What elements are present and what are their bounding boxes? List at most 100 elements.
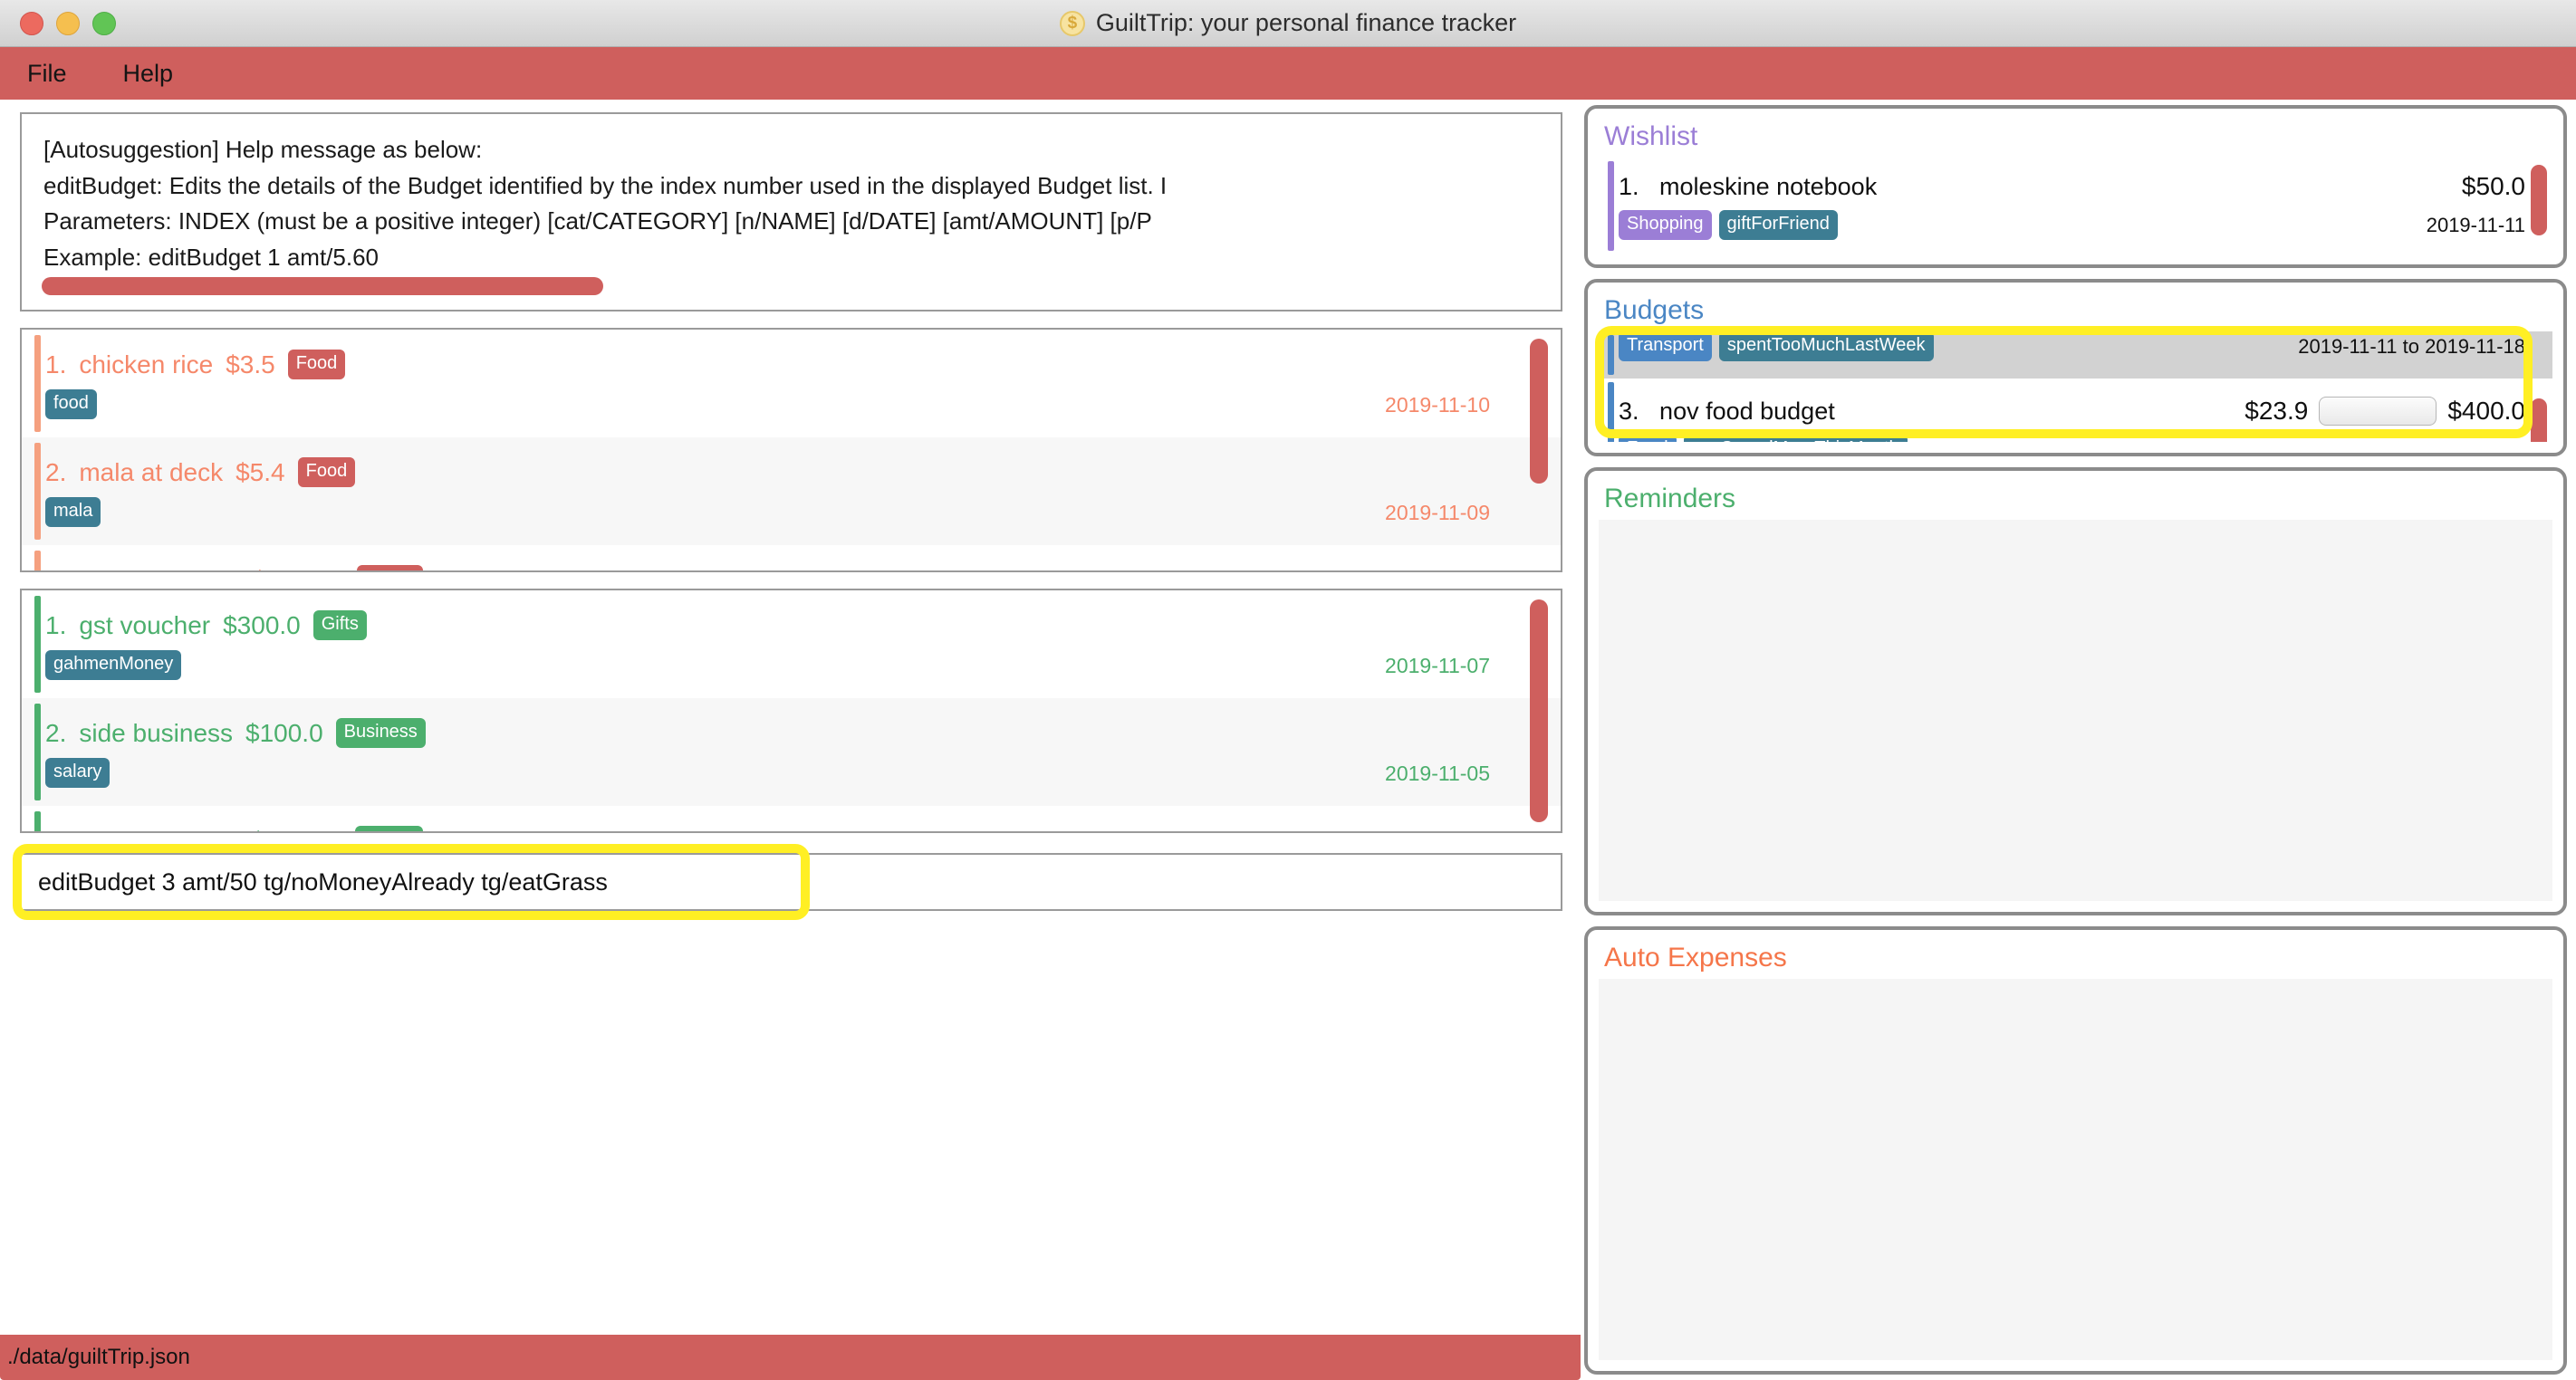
window-titlebar: $ GuiltTrip: your personal finance track… — [0, 0, 2576, 47]
entry-date: 2019-11-09 — [1385, 501, 1490, 524]
result-horizontal-scrollbar[interactable] — [42, 277, 603, 295]
expense-header-row: 1. chicken rice $3.5 Food — [45, 350, 1561, 379]
entry-user-tag: canSpendMoreThisMonth — [1683, 435, 1908, 442]
entry-name: chicken rice — [79, 350, 214, 379]
budget-item-tags: Food canSpendMoreThisMonth — [1619, 435, 1908, 442]
income-list-item[interactable]: 2. side business $100.0 Business salary … — [22, 698, 1561, 806]
budget-item[interactable]: 3. nov food budget $23.9 $400.0 — [1599, 379, 2552, 442]
expense-list-item[interactable]: 2. mala at deck $5.4 Food mala 2019-11-0… — [22, 437, 1561, 545]
budget-partial-tags: Transport spentTooMuchLastWeek — [1619, 331, 1934, 361]
entry-name: october salary — [79, 827, 238, 831]
entry-user-tag: food — [45, 389, 97, 419]
budget-item-partial[interactable]: Transport spentTooMuchLastWeek 2019-11-1… — [1599, 331, 2552, 379]
expense-tag-row: food — [45, 389, 1561, 419]
budget-item-meta: Food canSpendMoreThisMonth 2019-11-01 to… — [1619, 435, 2552, 442]
entry-color-bar — [1608, 335, 1614, 375]
entry-date: 2019-11-11 — [2426, 213, 2525, 236]
wishlist-item-name-group: 1. moleskine notebook — [1619, 173, 1877, 201]
close-window-button[interactable] — [20, 11, 43, 35]
menu-file[interactable]: File — [27, 60, 67, 88]
reminders-title: Reminders — [1604, 484, 1736, 513]
window-title: GuiltTrip: your personal finance tracker — [1095, 9, 1517, 36]
wishlist-item-header: 1. moleskine notebook $50.0 — [1619, 172, 2552, 201]
wishlist-item[interactable]: 1. moleskine notebook $50.0 Shopping gif… — [1599, 158, 2552, 254]
result-line-1: [Autosuggestion] Help message as below: — [43, 136, 483, 163]
main-content: [Autosuggestion] Help message as below: … — [0, 100, 2576, 1380]
result-line-4: Example: editBudget 1 amt/5.60 — [43, 243, 380, 271]
minimize-window-button[interactable] — [56, 11, 80, 35]
expense-list-item[interactable]: 3. hong kong trip $2000.0 Travel joinPro… — [22, 545, 1561, 570]
entry-date: 2019-11-05 — [1385, 762, 1490, 785]
expense-list-item[interactable]: 1. chicken rice $3.5 Food food 2019-11-1… — [22, 330, 1561, 437]
command-input[interactable] — [20, 853, 1562, 911]
entry-name: gst voucher — [79, 610, 211, 639]
entry-name: hong kong trip — [79, 566, 239, 570]
income-tag-row: gahmenMoney — [45, 650, 1561, 680]
wishlist-scrollbar[interactable] — [2531, 165, 2547, 235]
budget-item-name-group: 3. nov food budget — [1619, 398, 1835, 426]
entry-user-tag: spentTooMuchLastWeek — [1718, 331, 1934, 361]
expense-header-row: 2. mala at deck $5.4 Food — [45, 457, 1561, 487]
entry-category-tag: Food — [1619, 435, 1677, 442]
wishlist-title: Wishlist — [1604, 121, 1698, 151]
entry-index: 2. — [45, 718, 67, 747]
wishlist-list: 1. moleskine notebook $50.0 Shopping gif… — [1599, 158, 2552, 254]
menu-bar: File Help — [0, 47, 2576, 100]
entry-category-tag: Travel — [357, 565, 423, 570]
entry-name: side business — [79, 718, 234, 747]
coin-dollar-icon: $ — [1059, 10, 1085, 36]
command-box-wrapper — [13, 844, 1562, 920]
income-list-panel: 1. gst voucher $300.0 Gifts gahmenMoney … — [20, 589, 1562, 833]
entry-category-tag: Transport — [1619, 331, 1712, 361]
entry-name: moleskine notebook — [1659, 172, 1878, 200]
expense-header-row: 3. hong kong trip $2000.0 Travel — [45, 565, 1561, 570]
entry-index: 1. — [1619, 172, 1639, 200]
entry-color-bar — [34, 443, 41, 540]
entry-date-range: 2019-11-11 to 2019-11-18 — [2298, 334, 2525, 358]
income-list-scrollbar[interactable] — [1530, 599, 1548, 822]
income-list-item[interactable]: 1. gst voucher $300.0 Gifts gahmenMoney … — [22, 590, 1561, 698]
maximize-window-button[interactable] — [92, 11, 116, 35]
income-header-row: 1. gst voucher $300.0 Gifts — [45, 610, 1561, 640]
status-file-path: ./data/guiltTrip.json — [7, 1345, 190, 1369]
entry-date-range: 2019-11-01 to 2019-12-01 — [2295, 438, 2525, 443]
entry-index: 3. — [45, 827, 66, 831]
result-line-3: Parameters: INDEX (must be a positive in… — [43, 207, 1152, 235]
reminders-card: Reminders — [1584, 467, 2567, 915]
budget-amounts: $23.9 $400.0 — [2244, 397, 2525, 426]
wishlist-item-meta: Shopping giftForFriend 2019-11-11 — [1619, 210, 2552, 240]
entry-index: 1. — [45, 350, 67, 379]
right-column: Wishlist 1. moleskine notebook $50.0 Sho… — [1581, 100, 2576, 1380]
entry-amount: $5.4 — [235, 457, 285, 486]
budgets-title: Budgets — [1604, 295, 1705, 325]
entry-amount: $2000.0 — [253, 566, 344, 570]
result-line-2: editBudget: Edits the details of the Bud… — [43, 171, 1168, 199]
entry-color-bar — [34, 596, 41, 693]
wishlist-item-tags: Shopping giftForFriend — [1619, 210, 1838, 240]
entry-index: 2. — [45, 457, 67, 486]
entry-date: 2019-11-07 — [1385, 654, 1490, 677]
entry-color-bar — [1608, 382, 1614, 442]
income-list-item[interactable]: 3. october salary $3000.0 Salary salary … — [22, 806, 1561, 831]
left-column: [Autosuggestion] Help message as below: … — [0, 100, 1581, 1380]
entry-name: nov food budget — [1659, 397, 1835, 425]
entry-amount: $50.0 — [2461, 172, 2525, 200]
income-header-row: 3. october salary $3000.0 Salary — [45, 826, 1561, 831]
budgets-scrollbar[interactable] — [2531, 398, 2547, 442]
entry-category-tag: Salary — [355, 826, 424, 831]
entry-color-bar — [34, 704, 41, 800]
status-bar: ./data/guiltTrip.json — [0, 1335, 1581, 1380]
budget-total: $400.0 — [2447, 397, 2525, 425]
menu-help[interactable]: Help — [123, 60, 174, 88]
auto-expenses-list — [1599, 979, 2552, 1360]
entry-category-tag: Food — [297, 457, 356, 487]
app-window: $ GuiltTrip: your personal finance track… — [0, 0, 2576, 1380]
entry-date: 2019-11-10 — [1385, 393, 1490, 417]
budgets-list: Transport spentTooMuchLastWeek 2019-11-1… — [1599, 331, 2552, 442]
entry-category-tag: Food — [287, 350, 346, 379]
entry-amount: $300.0 — [223, 610, 301, 639]
budgets-card: Budgets Transport spentTooMuchLastWeek 2… — [1584, 279, 2567, 456]
expense-list-scrollbar[interactable] — [1530, 339, 1548, 484]
entry-color-bar — [34, 335, 41, 432]
budget-partial-meta: Transport spentTooMuchLastWeek 2019-11-1… — [1619, 331, 2552, 361]
